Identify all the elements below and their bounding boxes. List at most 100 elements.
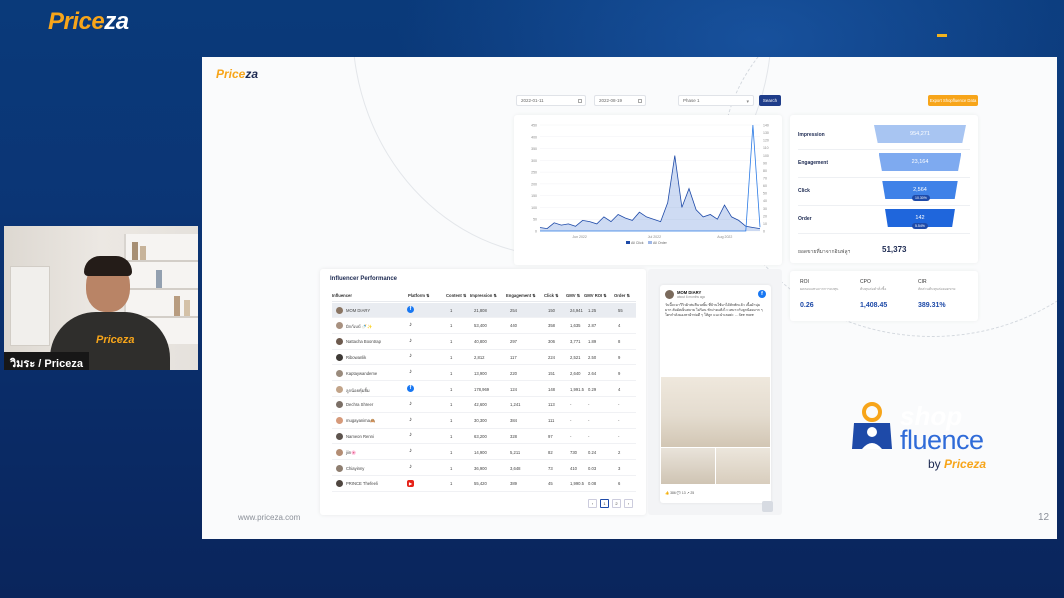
export-button[interactable]: Export Shopfluence Data <box>928 95 978 106</box>
cell-order: 55 <box>618 307 623 313</box>
post-image-bed[interactable] <box>661 377 770 447</box>
column-header-influencer[interactable]: Influencer <box>332 293 352 298</box>
cell-engagement: 1,241 <box>510 402 521 408</box>
table-row[interactable]: MOM DIARY f 1 21,808 254 150 24,941 1.25 55 <box>332 303 636 318</box>
funnel-bar-engagement: 23,164 <box>878 153 962 171</box>
pagination-next[interactable]: › <box>624 499 633 508</box>
post-image-thumb-2[interactable] <box>716 448 770 484</box>
cell-click: 73 <box>548 465 553 471</box>
table-row[interactable]: jiin🌸 ♪ 1 14,900 5,211 82 730 0.24 2 <box>332 445 636 461</box>
table-row[interactable]: PRINCE Thefeeli ▶ 1 55,420 389 45 1,990.5 0.08 6 <box>332 477 636 492</box>
table-title: Influencer Performance <box>330 276 398 282</box>
expand-button[interactable] <box>762 501 773 512</box>
start-date-input[interactable]: 2022-01-11 <box>516 95 586 106</box>
tiktok-icon: ♪ <box>409 416 412 423</box>
table-row[interactable]: Kaptaywandeme ♪ 1 13,900 220 151 2,640 2.64 9 <box>332 366 636 382</box>
total-sales-value: 51,373 <box>882 245 907 254</box>
cell-impression: 55,420 <box>474 481 487 487</box>
cell-engagement: 297 <box>510 339 517 345</box>
column-header-engagement[interactable]: Engagement ⇅ <box>506 293 536 298</box>
column-header-gmv-roi[interactable]: GMV ROI ⇅ <box>584 293 607 298</box>
cell-impression: 30,300 <box>474 418 487 424</box>
cell-click: 151 <box>548 370 555 376</box>
footer-url: www.priceza.com <box>238 513 301 522</box>
cell-click: 224 <box>548 354 555 360</box>
cell-gmv: - <box>570 402 572 408</box>
y-right-tick-label: 140 <box>763 124 769 128</box>
cell-impression: 36,900 <box>474 465 487 471</box>
table-row[interactable]: มิกก์เบบ้ 🍼✨ ♪ 1 53,400 440 358 1,635 2.87 4 <box>332 319 636 334</box>
table-row[interactable]: Nameon Renni ♪ 1 63,200 328 97 - - - <box>332 429 636 445</box>
kpi-cpo: CPO ต้นทุนต่อคำสั่งซื้อ 1,408.45 <box>860 279 888 309</box>
avatar <box>336 401 343 409</box>
column-header-impression[interactable]: Impression ⇅ <box>470 293 497 298</box>
cell-order: 2 <box>618 449 621 455</box>
avatar <box>336 417 343 425</box>
column-header-content[interactable]: Content ⇅ <box>446 293 467 298</box>
pagination-page-2[interactable]: 2 <box>612 499 621 508</box>
table-row[interactable]: Nattacha Boontrap ♪ 1 40,800 297 306 3,771 1.89… <box>332 335 636 350</box>
cell-engagement: 3,648 <box>510 465 521 471</box>
column-header-platform[interactable]: Platform ⇅ <box>408 293 430 298</box>
table-row[interactable]: Dechra Shreer ♪ 1 42,600 1,241 113 - - - <box>332 398 636 413</box>
cell-gmv: 1,635 <box>570 323 581 329</box>
facebook-post: MOM DIARY about 6 months ago f วันนี้จะม… <box>660 285 771 503</box>
influencer-performance-table: Influencer Performance Influencer Platfor… <box>320 269 646 515</box>
total-sales-label: ยอดขายที่มาจากอินฟลูฯ <box>798 249 851 255</box>
cell-gmv: 3,771 <box>570 339 581 345</box>
y-left-tick-label: 450 <box>531 124 537 128</box>
cell-engagement: 5,211 <box>510 449 521 455</box>
cell-order: 9 <box>618 354 621 360</box>
avatar <box>336 322 343 330</box>
page-number: 12 <box>1038 512 1050 523</box>
influencer-name: Dechra Shreer <box>346 402 374 408</box>
y-left-tick-label: 250 <box>531 171 537 175</box>
influencer-name: Chiayinny <box>346 465 365 471</box>
column-header-order[interactable]: Order ⇅ <box>614 293 630 298</box>
y-left-tick-label: 150 <box>531 194 537 198</box>
cell-gmv-roi: - <box>588 418 590 424</box>
legend-label: All Order <box>653 241 668 245</box>
pagination-page-1[interactable]: 1 <box>600 499 609 508</box>
cell-content: 1 <box>450 449 453 455</box>
webcam-feed: Priceza วิมระ / Priceza <box>4 226 198 370</box>
avatar <box>336 385 343 393</box>
funnel-label-click: Click <box>798 188 810 194</box>
funnel-label-order: Order <box>798 216 812 222</box>
table-row[interactable]: mugayanima🙈 ♪ 1 30,300 384 111 - - - <box>332 414 636 429</box>
search-button[interactable]: Search <box>759 95 781 106</box>
cell-impression: 13,900 <box>474 370 487 376</box>
table-row[interactable]: Ribowanlik ♪ 1 2,812 117 224 2,521 2.50 9 <box>332 350 636 366</box>
phase-select[interactable]: Phase 1 ▾ <box>678 95 754 106</box>
cell-order: 4 <box>618 386 621 392</box>
pagination-prev[interactable]: ‹ <box>588 499 597 508</box>
table-row[interactable]: Chiayinny ♪ 1 36,900 3,648 73 410 0.03 3 <box>332 461 636 476</box>
cell-gmv-roi: 0.03 <box>588 465 597 471</box>
cell-click: 113 <box>548 402 555 408</box>
cell-content: 1 <box>450 465 453 471</box>
cell-gmv: 730 <box>570 449 577 455</box>
column-header-click[interactable]: Click ⇅ <box>544 293 559 298</box>
legend-swatch <box>648 241 652 244</box>
y-left-tick-label: 100 <box>531 206 537 210</box>
chevron-down-icon: ▾ <box>746 99 749 105</box>
cell-order: 4 <box>618 323 621 329</box>
y-left-tick-label: 350 <box>531 147 537 151</box>
cell-content: 1 <box>450 481 453 487</box>
cell-impression: 42,600 <box>474 402 487 408</box>
influencer-name: มิกก์เบบ้ 🍼✨ <box>346 324 373 330</box>
cell-impression: 2,812 <box>474 354 485 360</box>
end-date-input[interactable]: 2022-08-19 <box>594 95 646 106</box>
post-image-thumb-1[interactable] <box>661 448 715 484</box>
column-header-gmv[interactable]: GMV ⇅ <box>566 293 580 298</box>
cell-impression: 53,400 <box>474 323 487 329</box>
post-preview: MOM DIARY about 6 months ago f วันนี้จะม… <box>648 269 782 515</box>
table-row[interactable]: ลูกน้อยหุ้มยิ้ม f 1 178,969 124 148 1,991.5 0.2… <box>332 382 636 397</box>
post-text: วันนี้จะมาวีวิวผ้าห่มสีนวลยิ้ม ที่บ้านใช… <box>665 303 763 317</box>
cell-impression: 21,808 <box>474 307 487 313</box>
y-right-tick-label: 70 <box>763 177 767 181</box>
y-right-tick-label: 110 <box>763 146 769 150</box>
cell-gmv: 410 <box>570 465 577 471</box>
funnel-label-impression: Impression <box>798 132 825 138</box>
x-tick-label: Jul 2022 <box>648 235 661 239</box>
